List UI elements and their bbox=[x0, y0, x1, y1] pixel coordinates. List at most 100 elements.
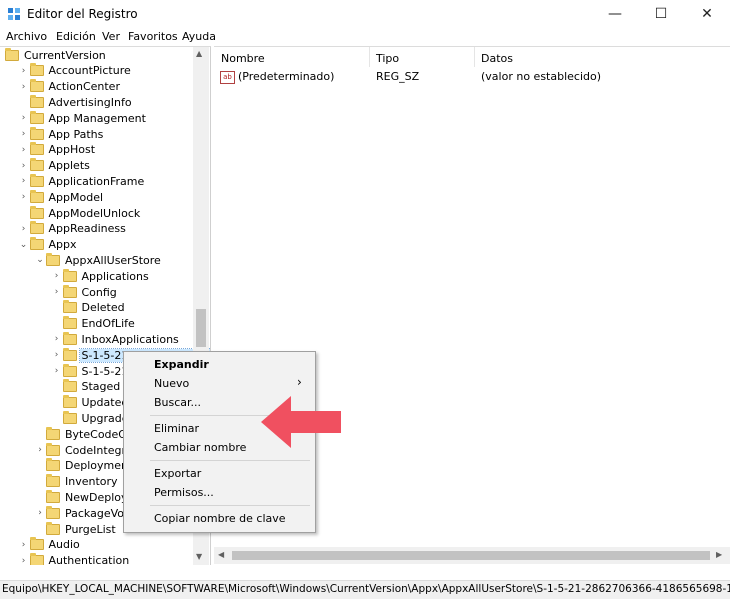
expand-chevron-icon[interactable]: › bbox=[52, 366, 62, 376]
expand-chevron-icon[interactable]: › bbox=[19, 224, 29, 234]
menu-item-copiar-nombre-de-clave[interactable]: Copiar nombre de clave bbox=[154, 512, 286, 525]
list-scroll-thumb[interactable] bbox=[232, 551, 710, 560]
menu-bar: Archivo Edición Ver Favoritos Ayuda bbox=[0, 28, 730, 46]
tree-node-label: AccountPicture bbox=[48, 64, 131, 78]
tree-node[interactable]: Upgrade bbox=[52, 410, 131, 426]
scroll-right-arrow-icon[interactable]: ▶ bbox=[716, 550, 722, 559]
expand-chevron-icon[interactable]: › bbox=[52, 287, 62, 297]
tree-node[interactable]: › AppHost bbox=[19, 142, 98, 158]
expand-chevron-icon[interactable]: › bbox=[19, 129, 29, 139]
tree-node[interactable]: › Applets bbox=[19, 158, 92, 174]
menu-item-nuevo[interactable]: Nuevo bbox=[154, 377, 189, 390]
tree-node[interactable]: › App Management bbox=[19, 110, 148, 126]
expand-chevron-icon[interactable]: › bbox=[19, 113, 29, 123]
tree-node[interactable]: › AppModel bbox=[19, 189, 106, 205]
column-divider[interactable] bbox=[474, 47, 475, 67]
expand-chevron-icon[interactable]: › bbox=[52, 271, 62, 281]
tree-node-label: AppModel bbox=[48, 190, 104, 204]
menu-favoritos[interactable]: Favoritos bbox=[128, 30, 178, 43]
close-button[interactable]: ✕ bbox=[684, 0, 730, 28]
tree-node[interactable]: › AccountPicture bbox=[19, 63, 133, 79]
expand-chevron-icon[interactable]: › bbox=[19, 161, 29, 171]
tree-node[interactable]: AdvertisingInfo bbox=[19, 94, 134, 110]
folder-icon bbox=[29, 205, 44, 219]
menu-item-cambiar-nombre[interactable]: Cambiar nombre bbox=[154, 441, 246, 454]
menu-ver[interactable]: Ver bbox=[102, 30, 120, 43]
tree-node[interactable]: ⌄ Appx bbox=[19, 237, 79, 253]
menu-item-buscar[interactable]: Buscar... bbox=[154, 396, 201, 409]
column-divider[interactable] bbox=[369, 47, 370, 67]
tree-node[interactable]: › InboxApplications bbox=[52, 331, 181, 347]
scroll-up-arrow-icon[interactable]: ▲ bbox=[196, 49, 202, 58]
tree-node-label: InboxApplications bbox=[81, 332, 179, 346]
menu-item-permisos[interactable]: Permisos... bbox=[154, 486, 214, 499]
column-header-datos[interactable]: Datos bbox=[481, 52, 513, 65]
folder-icon bbox=[29, 63, 44, 77]
tree-node[interactable]: AppModelUnlock bbox=[19, 205, 143, 221]
expand-chevron-icon[interactable]: › bbox=[19, 145, 29, 155]
expand-chevron-icon[interactable]: › bbox=[19, 66, 29, 76]
scroll-down-arrow-icon[interactable]: ▼ bbox=[196, 552, 202, 561]
tree-node[interactable]: ⌄ AppxAllUserStore bbox=[35, 252, 163, 268]
column-header-tipo[interactable]: Tipo bbox=[376, 52, 399, 65]
list-horizontal-scrollbar[interactable]: ◀ ▶ bbox=[214, 547, 730, 564]
tree-node-root[interactable]: CurrentVersion bbox=[0, 47, 108, 63]
tree-node[interactable]: Deleted bbox=[52, 300, 127, 316]
tree-node[interactable]: PurgeList bbox=[35, 521, 118, 537]
folder-icon bbox=[29, 553, 44, 565]
expand-chevron-icon[interactable]: › bbox=[19, 192, 29, 202]
tree-node[interactable]: Staged bbox=[52, 379, 123, 395]
folder-icon bbox=[62, 379, 77, 393]
folder-icon bbox=[29, 537, 44, 551]
menu-item-exportar[interactable]: Exportar bbox=[154, 467, 201, 480]
collapse-chevron-icon[interactable]: ⌄ bbox=[19, 240, 29, 250]
folder-icon bbox=[62, 410, 77, 424]
tree-node[interactable]: › Applications bbox=[52, 268, 151, 284]
expand-chevron-icon[interactable]: › bbox=[52, 334, 62, 344]
folder-icon bbox=[29, 189, 44, 203]
tree-node-label: App Management bbox=[48, 111, 146, 125]
folder-icon bbox=[46, 442, 60, 456]
tree-node[interactable]: Inventory bbox=[35, 474, 120, 490]
menu-ayuda[interactable]: Ayuda bbox=[182, 30, 216, 43]
collapse-chevron-icon[interactable]: ⌄ bbox=[35, 255, 45, 265]
tree-node[interactable]: › App Paths bbox=[19, 126, 106, 142]
expand-chevron-icon[interactable]: › bbox=[19, 176, 29, 186]
minimize-button[interactable]: — bbox=[592, 0, 638, 28]
tree-node[interactable]: › ApplicationFrame bbox=[19, 173, 147, 189]
tree-node[interactable]: › Config bbox=[52, 284, 119, 300]
tree-scroll-thumb[interactable] bbox=[196, 309, 206, 347]
menu-item-eliminar[interactable]: Eliminar bbox=[154, 422, 199, 435]
menu-edicion[interactable]: Edición bbox=[56, 30, 96, 43]
column-header-nombre[interactable]: Nombre bbox=[221, 52, 265, 65]
maximize-button[interactable]: ☐ bbox=[638, 0, 684, 28]
expand-chevron-icon[interactable]: › bbox=[19, 82, 29, 92]
expand-chevron-icon[interactable]: › bbox=[52, 350, 62, 360]
folder-icon bbox=[29, 126, 44, 140]
menu-item-expandir[interactable]: Expandir bbox=[154, 358, 209, 371]
folder-icon bbox=[62, 331, 77, 345]
tree-node[interactable]: › ActionCenter bbox=[19, 79, 122, 95]
tree-node[interactable]: › AppReadiness bbox=[19, 221, 128, 237]
folder-icon bbox=[62, 268, 77, 282]
tree-node-label: Staged bbox=[81, 380, 121, 394]
folder-icon bbox=[62, 395, 77, 409]
tree-node[interactable]: › Audio bbox=[19, 537, 82, 553]
folder-icon bbox=[29, 221, 44, 235]
tree-node-label: AppHost bbox=[48, 143, 96, 157]
tree-node-label: PurgeList bbox=[65, 522, 116, 536]
tree-node[interactable]: › Authentication bbox=[19, 553, 132, 565]
expand-chevron-icon[interactable]: › bbox=[35, 508, 45, 518]
folder-icon bbox=[46, 458, 60, 472]
expand-chevron-icon[interactable]: › bbox=[19, 556, 29, 565]
expand-chevron-icon[interactable]: › bbox=[35, 445, 45, 455]
tree-node[interactable]: EndOfLife bbox=[52, 316, 137, 332]
folder-icon bbox=[46, 474, 60, 488]
menu-archivo[interactable]: Archivo bbox=[6, 30, 47, 43]
expand-chevron-icon[interactable]: › bbox=[19, 540, 29, 550]
scroll-left-arrow-icon[interactable]: ◀ bbox=[218, 550, 224, 559]
folder-icon bbox=[29, 110, 44, 124]
string-value-icon: ab bbox=[220, 70, 235, 84]
tree-node-label: CurrentVersion bbox=[24, 48, 106, 62]
value-name: (Predeterminado) bbox=[238, 70, 335, 83]
